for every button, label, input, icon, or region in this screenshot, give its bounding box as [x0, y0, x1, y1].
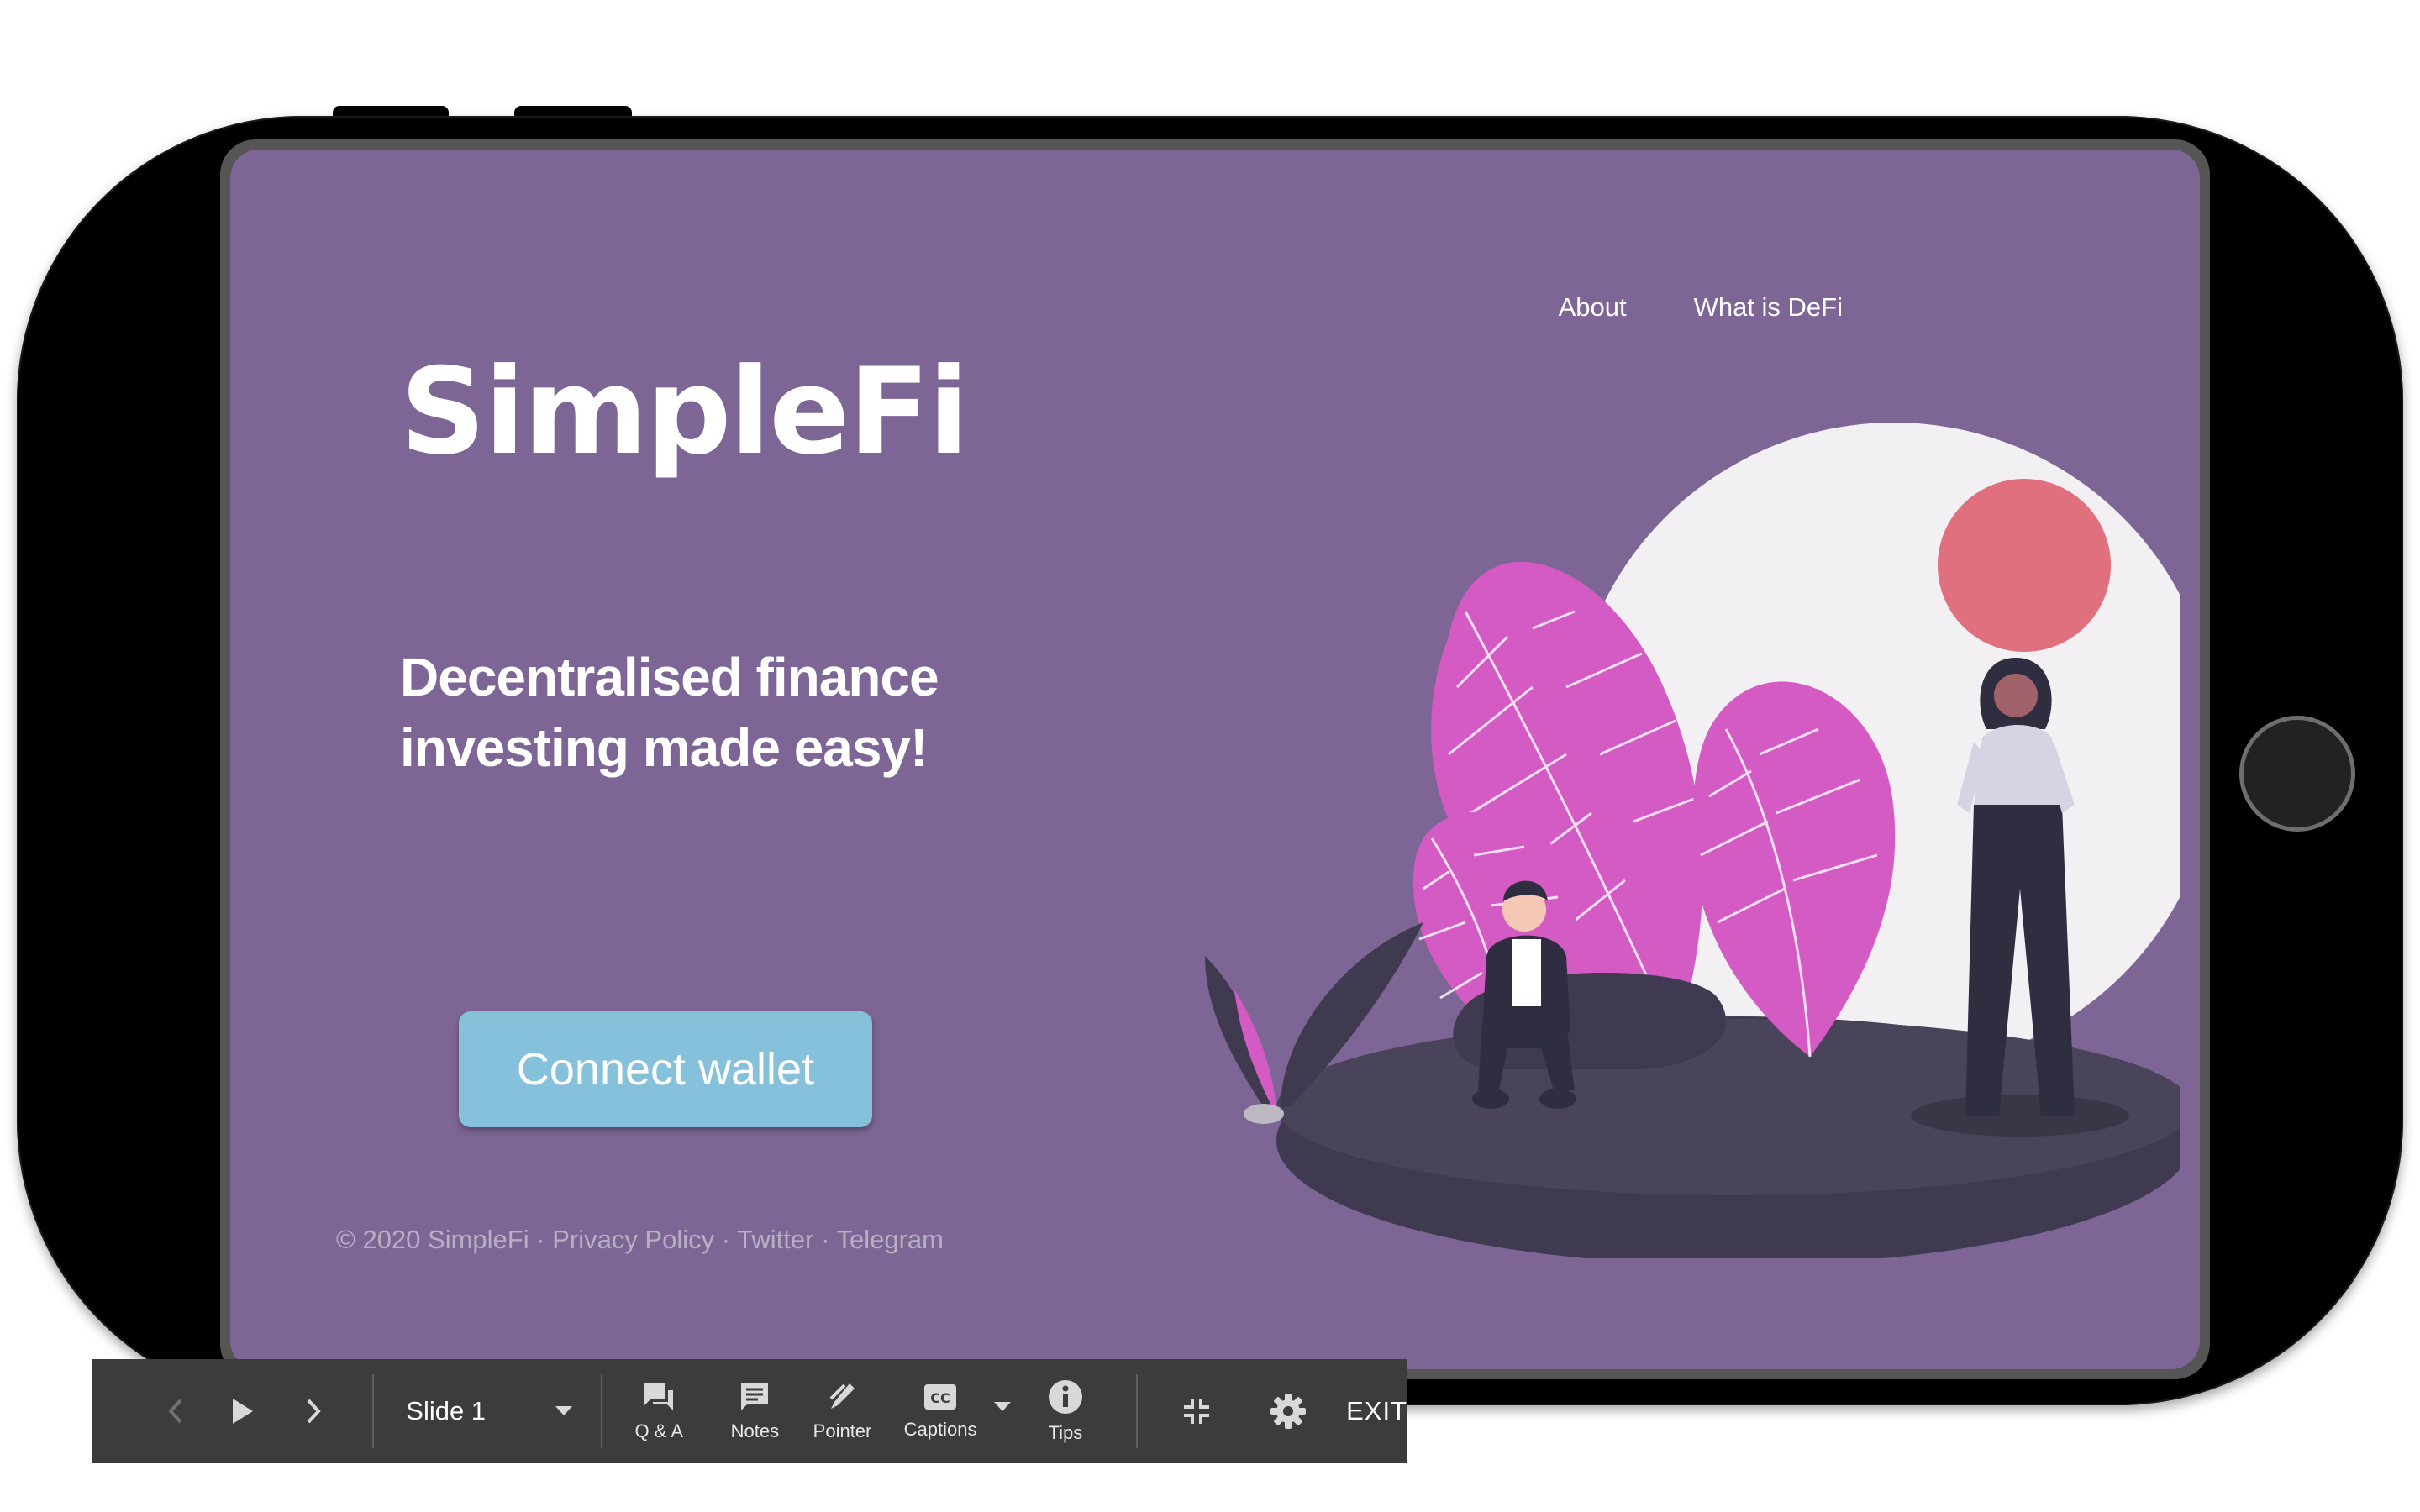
notes-icon [741, 1383, 769, 1410]
prev-icon [168, 1399, 182, 1424]
footer-link-telegram[interactable]: Telegram [836, 1225, 944, 1254]
qa-icon [644, 1383, 674, 1410]
nav-link-what-is-defi[interactable]: What is DeFi [1694, 292, 1843, 323]
tagline-line-2: investing made easy! [400, 717, 928, 778]
app-screen: About What is DeFi SimpleFi Decentralise… [230, 150, 2200, 1369]
dropdown-icon [994, 1402, 1012, 1411]
notes-button[interactable]: Notes [715, 1380, 794, 1442]
next-slide-button[interactable] [284, 1397, 342, 1425]
footer: © 2020 SimpleFi · Privacy Policy · Twitt… [336, 1225, 944, 1255]
captions-button[interactable]: CC Captions [891, 1382, 991, 1441]
exit-button[interactable]: EXIT [1346, 1396, 1407, 1426]
play-icon [232, 1399, 253, 1424]
footer-separator: · [721, 1225, 731, 1254]
pointer-icon [829, 1383, 855, 1409]
dropdown-icon [555, 1406, 572, 1415]
tips-button[interactable]: Tips [1015, 1378, 1115, 1444]
tips-label: Tips [1048, 1422, 1083, 1443]
qa-label: Q & A [634, 1420, 684, 1441]
sun-circle [1938, 479, 2111, 652]
top-nav: About What is DeFi [1559, 292, 1843, 323]
exit-fullscreen-icon [1183, 1399, 1209, 1424]
notes-label: Notes [730, 1420, 780, 1441]
footer-separator: · [821, 1225, 830, 1254]
slide-selector[interactable]: Slide 1 [374, 1396, 572, 1426]
footer-link-twitter[interactable]: Twitter [737, 1225, 813, 1254]
next-icon [307, 1399, 321, 1424]
settings-icon [1270, 1394, 1306, 1429]
home-button [2239, 716, 2355, 832]
settings-button[interactable] [1255, 1392, 1321, 1431]
brand-logo: SimpleFi [400, 343, 969, 481]
captions-icon: CC [924, 1384, 957, 1410]
footer-copyright: © 2020 SimpleFi [336, 1225, 529, 1254]
captions-label: Captions [903, 1419, 977, 1440]
qa-button[interactable]: Q & A [602, 1380, 715, 1442]
svg-text:CC: CC [930, 1390, 950, 1406]
prev-slide-button[interactable] [150, 1397, 201, 1425]
exit-fullscreen-button[interactable] [1138, 1395, 1255, 1427]
hero-tagline: Decentralised finance investing made eas… [400, 642, 1156, 783]
footer-separator: · [536, 1225, 545, 1254]
presentation-toolbar: Slide 1 Q & A Notes Pointer CC Captions … [92, 1359, 1407, 1463]
pointer-button[interactable]: Pointer [794, 1380, 890, 1442]
tagline-line-1: Decentralised finance [400, 647, 939, 707]
captions-dropdown-button[interactable] [991, 1401, 1016, 1421]
footer-link-privacy[interactable]: Privacy Policy [552, 1225, 714, 1254]
tips-icon [1048, 1380, 1082, 1414]
nav-link-about[interactable]: About [1559, 292, 1627, 323]
person-shadow [1911, 1095, 2129, 1137]
hero-illustration [1205, 423, 2180, 1258]
slide-label: Slide 1 [406, 1396, 487, 1425]
play-button[interactable] [201, 1397, 284, 1425]
pointer-label: Pointer [813, 1420, 872, 1441]
connect-wallet-button[interactable]: Connect wallet [459, 1011, 872, 1127]
pebble [1244, 1104, 1284, 1124]
